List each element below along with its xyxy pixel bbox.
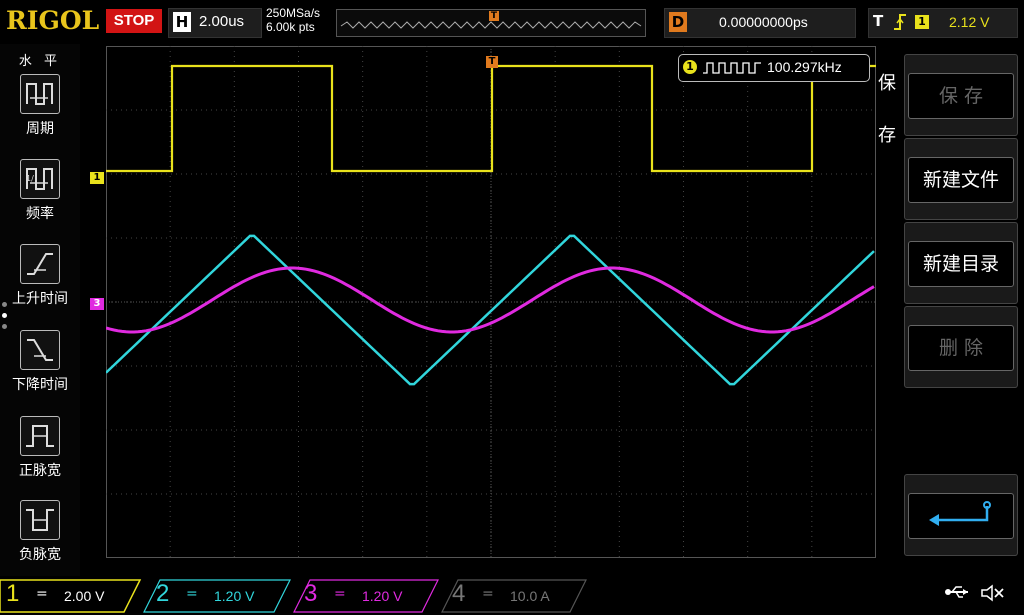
svg-text:1/: 1/	[26, 174, 34, 183]
channel-number: 1	[6, 580, 20, 607]
channel-2-tab[interactable]: 2 = 1.20 V	[150, 580, 290, 610]
channel-number: 4	[452, 580, 466, 607]
ch2-trace	[105, 234, 875, 386]
channel-scale: 10.0 A	[510, 588, 550, 604]
ch3-trace	[105, 266, 875, 334]
new-file-button[interactable]: 新建文件	[904, 138, 1018, 220]
mute-icon[interactable]	[980, 584, 1006, 607]
usb-icon	[944, 584, 970, 605]
top-status-bar: RIGOL STOP H 2.00us 250MSa/s 6.00k pts T…	[0, 0, 1024, 44]
measure-item-period[interactable]: 周期	[0, 74, 80, 154]
channel-number: 3	[304, 580, 318, 607]
measure-item-positive-width[interactable]: 正脉宽	[0, 416, 80, 496]
graticule	[105, 46, 876, 558]
measure-label: 周期	[26, 121, 54, 137]
measure-label: 频率	[26, 206, 54, 222]
measure-item-fall-time[interactable]: 下降时间	[0, 330, 80, 410]
sample-rate: 250MSa/s	[266, 6, 321, 20]
frequency-readout: 1 100.297kHz	[678, 54, 870, 82]
menu-title: 水 平	[18, 54, 62, 69]
memory-overview-strip[interactable]: T	[336, 9, 646, 37]
trigger-position-marker: T	[489, 11, 499, 21]
measure-item-rise-time[interactable]: 上升时间	[0, 244, 80, 324]
measure-label: 下降时间	[12, 377, 68, 393]
frequency-icon[interactable]: 1/	[20, 159, 60, 199]
trigger-level: 2.12 V	[949, 14, 990, 30]
measure-item-frequency[interactable]: 1/ 频率	[0, 159, 80, 239]
frequency-value: 100.297kHz	[767, 59, 842, 75]
channel-number: 2	[156, 580, 170, 607]
channel-scale: 2.00 V	[64, 588, 105, 604]
delete-button[interactable]: 删 除	[904, 306, 1018, 388]
measure-label: 上升时间	[12, 291, 68, 307]
memory-depth: 6.00k pts	[266, 20, 315, 34]
new-file-label: 新建文件	[908, 157, 1014, 203]
horizontal-timebase[interactable]: H 2.00us	[168, 8, 262, 38]
save-label: 保 存	[908, 73, 1014, 119]
delay-value: 0.00000000ps	[719, 14, 808, 30]
measure-label: 正脉宽	[19, 463, 61, 479]
coupling-icon: =	[186, 586, 198, 602]
timebase-value: 2.00us	[199, 13, 245, 30]
waveform-display[interactable]	[105, 46, 876, 558]
measure-label: 负脉宽	[19, 547, 61, 563]
coupling-icon: =	[482, 586, 494, 602]
trigger-time-marker[interactable]: T	[486, 56, 498, 68]
positive-width-icon[interactable]	[20, 416, 60, 456]
back-button[interactable]	[904, 474, 1018, 556]
menu-title: 保存	[878, 73, 896, 146]
delay-label: D	[669, 12, 687, 32]
channel-status-bar: 1 = 2.00 V 2 = 1.20 V 3 = 1.20 V 4 = 10.…	[0, 576, 1024, 615]
measure-item-negative-width[interactable]: 负脉宽	[0, 500, 80, 580]
rising-edge-icon	[893, 13, 907, 35]
period-icon[interactable]	[20, 74, 60, 114]
frequency-channel: 1	[683, 60, 697, 74]
rise-time-icon[interactable]	[20, 244, 60, 284]
channel-3-tab[interactable]: 3 = 1.20 V	[298, 580, 438, 610]
fall-time-icon[interactable]	[20, 330, 60, 370]
brand-logo: RIGOL	[6, 6, 100, 35]
horizontal-measure-menu: 水 平 周期 1/ 频率 上升时间 下降时间 正脉宽 负脉宽	[0, 44, 80, 576]
run-stop-status[interactable]: STOP	[106, 9, 162, 33]
save-menu: 保存 保 存 新建文件 新建目录 删 除	[876, 44, 1024, 576]
delay-setting[interactable]: D 0.00000000ps	[664, 8, 856, 38]
channel-1-tab[interactable]: 1 = 2.00 V	[0, 580, 140, 610]
negative-width-icon[interactable]	[20, 500, 60, 540]
new-folder-button[interactable]: 新建目录	[904, 222, 1018, 304]
acquisition-info: 250MSa/s 6.00k pts	[266, 6, 320, 34]
horizontal-label: H	[173, 12, 191, 32]
coupling-icon: =	[36, 586, 48, 602]
delete-label: 删 除	[908, 325, 1014, 371]
channel-4-tab[interactable]: 4 = 10.0 A	[446, 580, 586, 610]
ch1-offset-marker[interactable]: 1	[90, 172, 104, 184]
coupling-icon: =	[334, 586, 346, 602]
pulse-train-icon	[703, 60, 761, 79]
new-folder-label: 新建目录	[908, 241, 1014, 287]
channel-scale: 1.20 V	[214, 588, 255, 604]
save-button[interactable]: 保 存	[904, 54, 1018, 136]
trigger-label: T	[873, 12, 884, 30]
channel-scale: 1.20 V	[362, 588, 403, 604]
ch3-offset-marker[interactable]: 3	[90, 298, 104, 310]
return-arrow-icon	[908, 493, 1014, 539]
trigger-setting[interactable]: T 1 2.12 V	[868, 8, 1018, 38]
trigger-source: 1	[915, 15, 929, 29]
